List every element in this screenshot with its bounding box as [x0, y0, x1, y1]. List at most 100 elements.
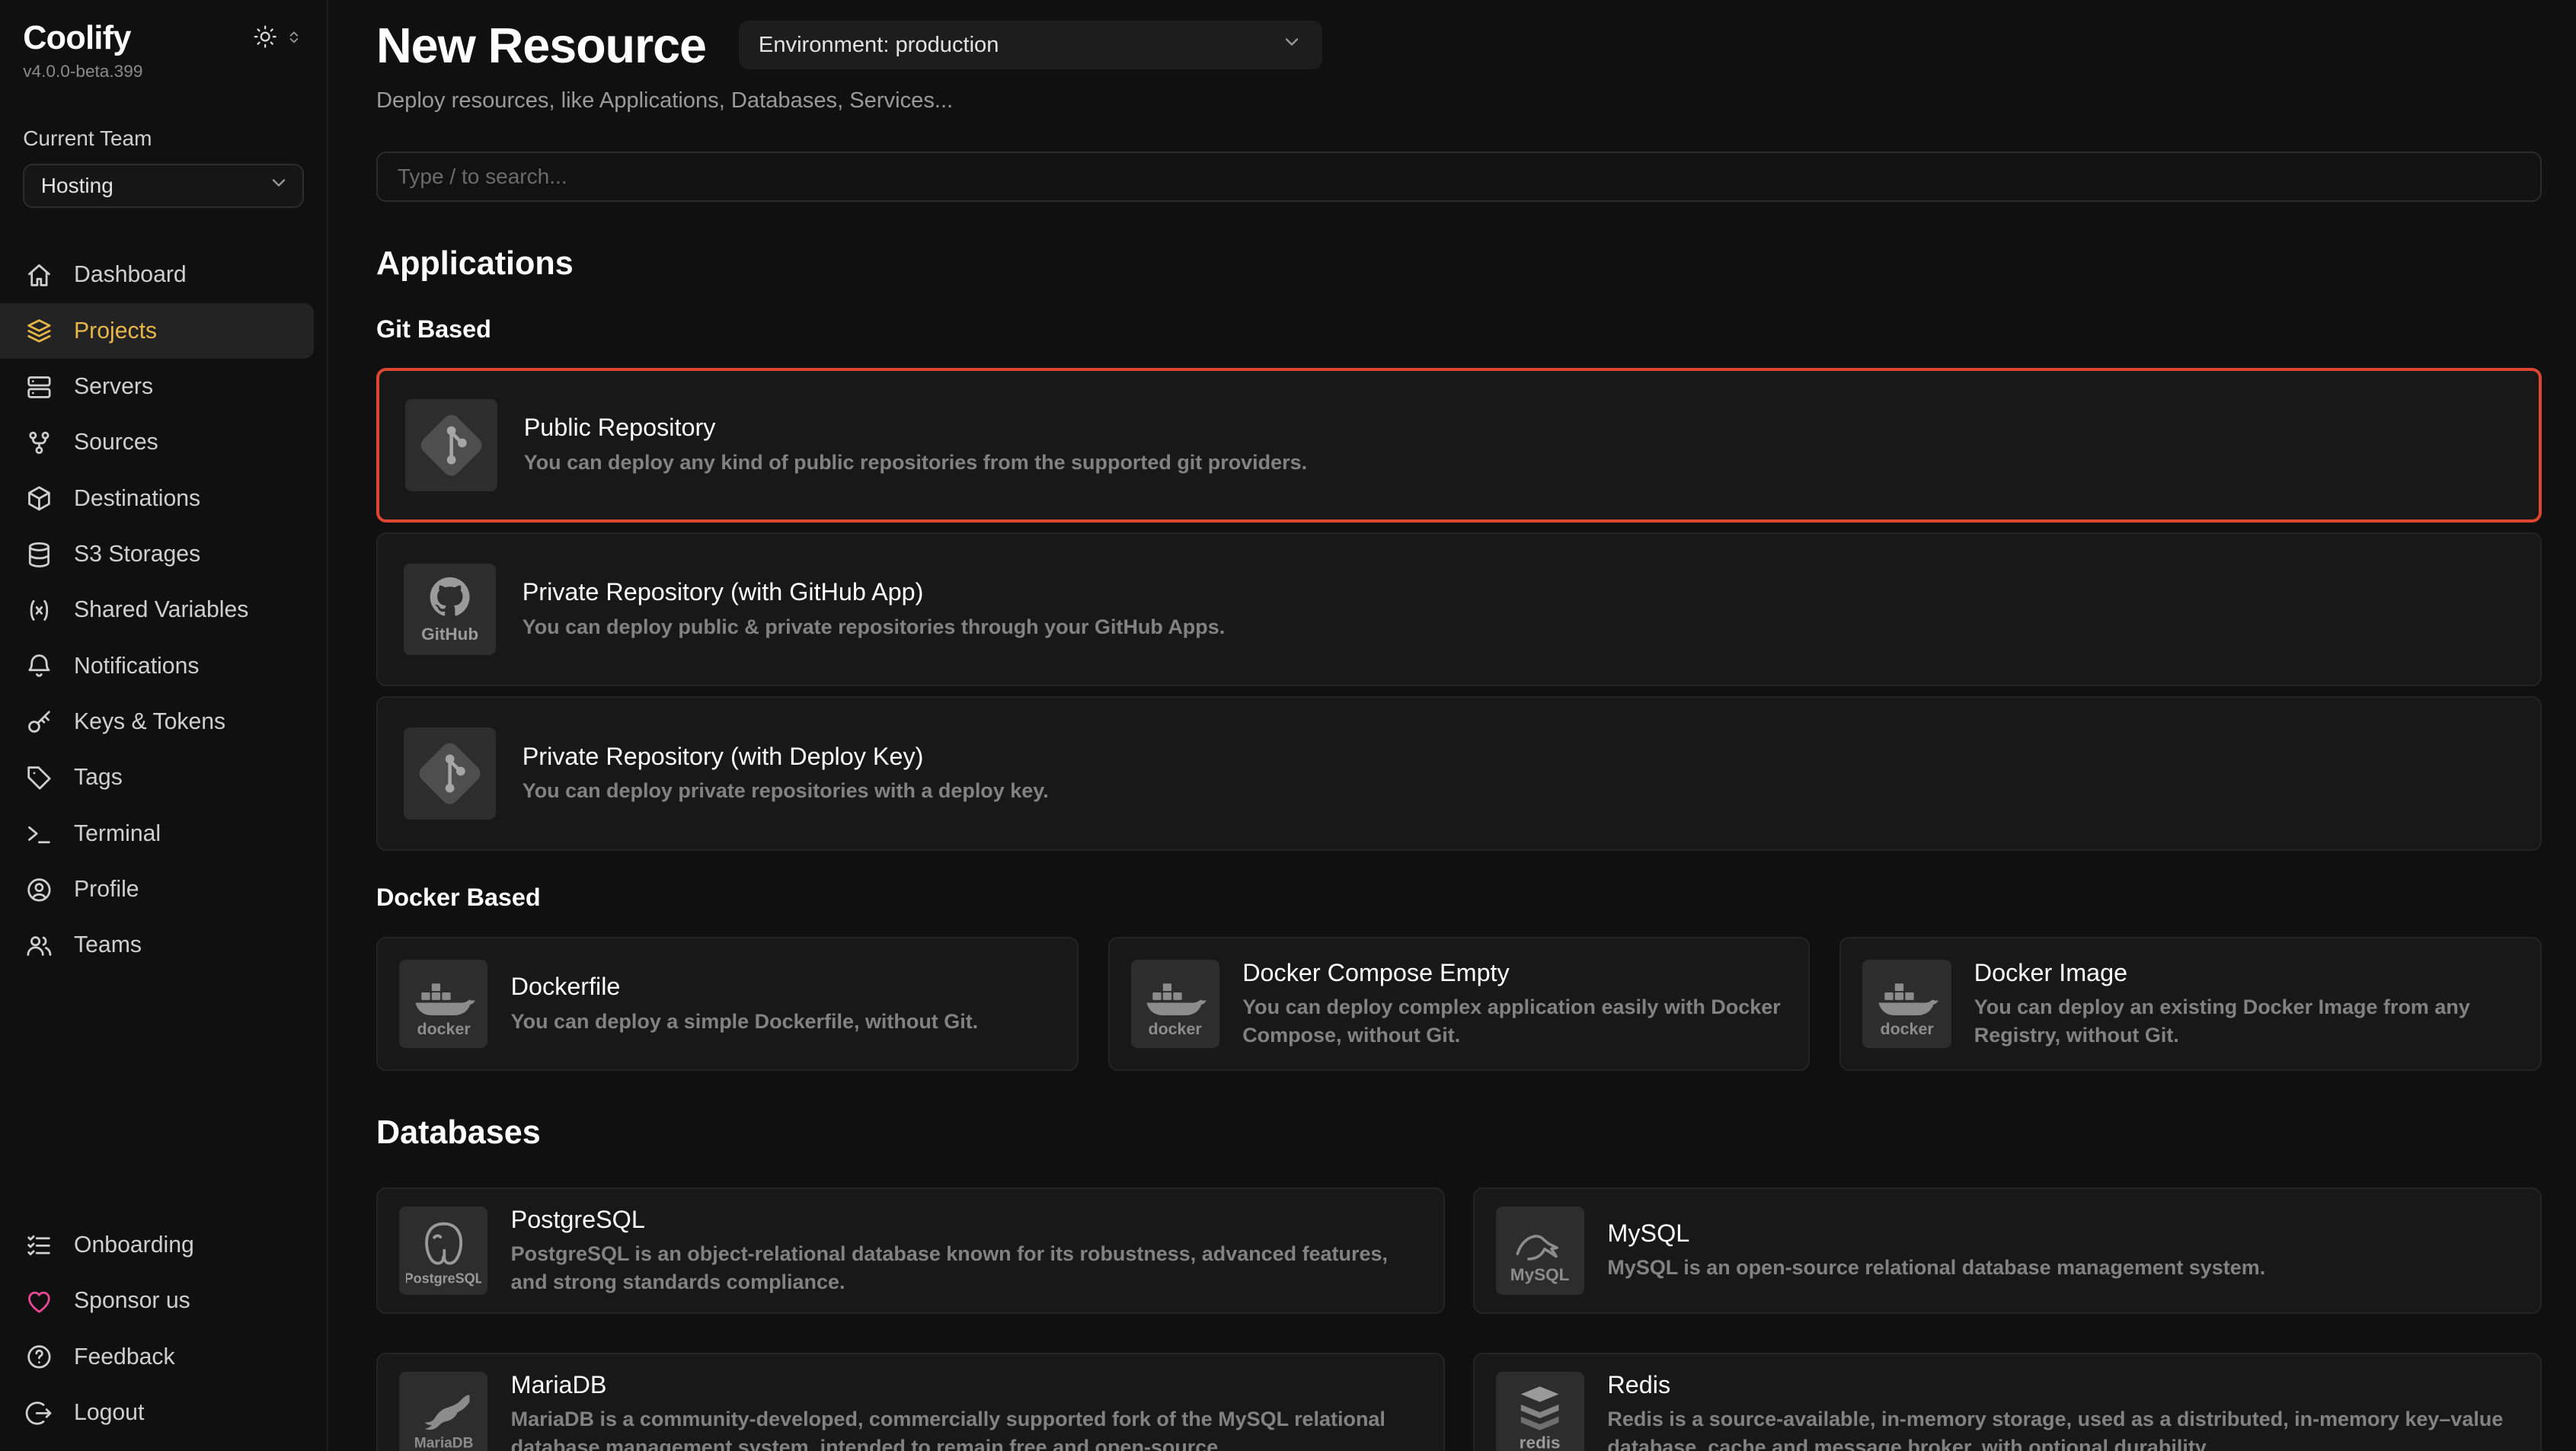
card-title: Docker Compose Empty [1242, 959, 1787, 987]
card-public-repository[interactable]: Public Repository You can deploy any kin… [376, 368, 2542, 523]
tag-icon [24, 763, 54, 793]
key-icon [24, 708, 54, 737]
card-docker-image[interactable]: docker Docker Image You can deploy an ex… [1839, 937, 2542, 1072]
sidebar-item-teams[interactable]: Teams [0, 918, 314, 973]
sidebar-item-label: Destinations [74, 486, 200, 512]
sidebar-item-keys-tokens[interactable]: Keys & Tokens [0, 694, 314, 749]
card-redis[interactable]: redis Redis Redis is a source-available,… [1473, 1353, 2542, 1450]
sidebar-header: Coolify [0, 20, 327, 57]
sidebar-item-label: Shared Variables [74, 597, 248, 623]
chevron-down-icon [1281, 31, 1302, 59]
users-icon [24, 931, 54, 960]
environment-select-value: Environment: production [759, 33, 999, 58]
sidebar: Coolify v4.0.0-beta.399 Current Team Hos… [0, 0, 328, 1451]
card-title: Private Repository (with Deploy Key) [523, 743, 1049, 771]
sidebar-item-label: Keys & Tokens [74, 709, 225, 735]
team-select[interactable]: Hosting [23, 164, 304, 208]
sidebar-item-label: Feedback [74, 1344, 175, 1370]
sidebar-item-terminal[interactable]: Terminal [0, 806, 314, 861]
app-version: v4.0.0-beta.399 [0, 62, 327, 81]
sidebar-item-logout[interactable]: Logout [0, 1385, 314, 1440]
checklist-icon [24, 1231, 54, 1261]
sidebar-item-dashboard[interactable]: Dashboard [0, 248, 314, 303]
card-postgresql[interactable]: PostgreSQL PostgreSQL PostgreSQL is an o… [376, 1187, 1445, 1314]
section-title-databases: Databases [376, 1114, 2542, 1152]
sidebar-item-shared-variables[interactable]: Shared Variables [0, 583, 314, 638]
bell-icon [24, 651, 54, 681]
card-description: PostgreSQL is an object-relational datab… [511, 1240, 1422, 1296]
chevron-down-icon [268, 172, 289, 199]
github-logo: GitHub [404, 564, 496, 656]
main-content: New Resource Environment: production Dep… [328, 0, 2576, 1451]
card-title: Docker Image [1974, 959, 2519, 987]
card-mysql[interactable]: MySQL MySQL MySQL is an open-source rela… [1473, 1187, 2542, 1314]
layers-icon [24, 316, 54, 346]
sidebar-item-notifications[interactable]: Notifications [0, 638, 314, 694]
sidebar-footer-nav: Onboarding Sponsor us Feedback Logout [0, 1217, 327, 1440]
sidebar-nav: Dashboard Projects Servers Sources Desti… [0, 248, 327, 973]
card-title: Public Repository [524, 414, 1307, 442]
card-private-repository-deploy-key[interactable]: Private Repository (with Deploy Key) You… [376, 696, 2542, 851]
sidebar-item-label: Projects [74, 318, 157, 344]
card-description: You can deploy an existing Docker Image … [1974, 993, 2519, 1049]
sidebar-item-label: Servers [74, 374, 153, 400]
docker-logo: docker [1131, 960, 1219, 1048]
card-description: You can deploy public & private reposito… [523, 613, 1225, 641]
search-input[interactable] [376, 152, 2542, 203]
sidebar-item-onboarding[interactable]: Onboarding [0, 1217, 314, 1273]
sidebar-item-label: Teams [74, 932, 142, 958]
app-logo: Coolify [23, 20, 131, 57]
card-docker-compose-empty[interactable]: docker Docker Compose Empty You can depl… [1108, 937, 1811, 1072]
sidebar-item-sponsor-us[interactable]: Sponsor us [0, 1274, 314, 1329]
theme-toggle-sun-icon[interactable] [253, 24, 277, 49]
card-title: Private Repository (with GitHub App) [523, 578, 1225, 606]
variable-parentheses-icon [24, 596, 54, 625]
card-dockerfile[interactable]: docker Dockerfile You can deploy a simpl… [376, 937, 1079, 1072]
sidebar-item-label: Terminal [74, 821, 161, 847]
svg-text:docker: docker [1880, 1021, 1933, 1039]
mysql-logo: MySQL [1496, 1207, 1584, 1295]
card-description: You can deploy private repositories with… [523, 777, 1049, 804]
redis-logo: redis [1496, 1372, 1584, 1451]
sidebar-item-label: Dashboard [74, 262, 187, 288]
card-description: Redis is a source-available, in-memory s… [1607, 1405, 2518, 1450]
sidebar-item-label: Notifications [74, 654, 199, 679]
card-title: MariaDB [511, 1371, 1422, 1399]
environment-select[interactable]: Environment: production [739, 21, 1322, 70]
sidebar-item-s3-storages[interactable]: S3 Storages [0, 526, 314, 582]
sidebar-item-feedback[interactable]: Feedback [0, 1329, 314, 1385]
card-title: MySQL [1607, 1219, 2265, 1248]
sidebar-item-destinations[interactable]: Destinations [0, 471, 314, 526]
card-description: You can deploy complex application easil… [1242, 993, 1787, 1049]
sidebar-item-servers[interactable]: Servers [0, 359, 314, 414]
page-subtitle: Deploy resources, like Applications, Dat… [376, 88, 2542, 113]
card-private-repository-github-app[interactable]: GitHub Private Repository (with GitHub A… [376, 532, 2542, 687]
sidebar-item-projects[interactable]: Projects [0, 303, 314, 359]
sidebar-item-label: S3 Storages [74, 542, 200, 567]
subsection-title-git-based: Git Based [376, 315, 2542, 344]
sidebar-item-profile[interactable]: Profile [0, 861, 314, 917]
sidebar-item-sources[interactable]: Sources [0, 415, 314, 471]
team-select-value: Hosting [41, 174, 113, 198]
user-circle-icon [24, 875, 54, 905]
docker-based-cards: docker Dockerfile You can deploy a simpl… [376, 937, 2542, 1072]
card-title: Dockerfile [511, 973, 979, 1001]
svg-text:redis: redis [1520, 1433, 1561, 1451]
card-mariadb[interactable]: MariaDB MariaDB MariaDB is a community-d… [376, 1353, 1445, 1450]
svg-text:GitHub: GitHub [421, 625, 478, 644]
chevrons-up-down-icon[interactable] [284, 27, 304, 47]
card-description: You can deploy any kind of public reposi… [524, 449, 1307, 476]
heart-icon [24, 1286, 54, 1316]
question-circle-icon [24, 1342, 54, 1372]
sidebar-item-label: Sources [74, 430, 158, 455]
sidebar-item-label: Tags [74, 765, 123, 791]
card-title: Redis [1607, 1371, 2518, 1399]
current-team-label: Current Team [0, 126, 327, 151]
home-icon [24, 260, 54, 290]
package-icon [24, 484, 54, 513]
sidebar-item-label: Profile [74, 877, 139, 903]
sidebar-item-tags[interactable]: Tags [0, 750, 314, 806]
sidebar-item-label: Onboarding [74, 1232, 194, 1258]
git-icon [404, 727, 496, 820]
card-description: You can deploy a simple Dockerfile, with… [511, 1008, 979, 1035]
